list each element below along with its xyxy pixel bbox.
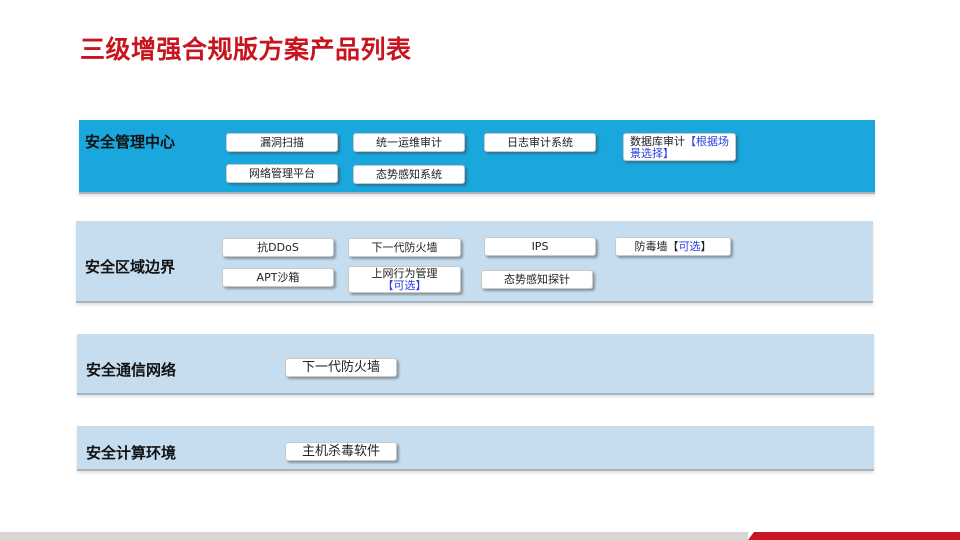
- section-label: 安全管理中心: [85, 133, 176, 151]
- product-situation-probe[interactable]: 态势感知探针: [481, 270, 593, 289]
- product-log-audit[interactable]: 日志审计系统: [484, 133, 596, 152]
- footer-bar-gray: [0, 532, 748, 540]
- product-label: 日志审计系统: [507, 135, 573, 149]
- footer-bar-red: [748, 532, 960, 540]
- section-area-boundary: [76, 221, 873, 303]
- section-label: 安全区域边界: [85, 258, 176, 276]
- product-internet-behavior-mgmt[interactable]: 上网行为管理 【可选】: [348, 266, 461, 293]
- product-label: 下一代防火墙: [301, 359, 380, 375]
- product-ngfw-comm[interactable]: 下一代防火墙: [285, 358, 397, 377]
- section-computing-environment: [77, 426, 874, 471]
- product-apt-sandbox[interactable]: APT沙箱: [222, 268, 334, 287]
- product-database-audit[interactable]: 数据库审计【根据场景选择】: [623, 133, 736, 161]
- product-host-antivirus[interactable]: 主机杀毒软件: [285, 442, 397, 461]
- product-label: 漏洞扫描: [260, 135, 304, 149]
- product-label: 态势感知探针: [504, 272, 570, 286]
- product-label: 网络管理平台: [249, 166, 315, 180]
- product-anti-virus-wall[interactable]: 防毒墙【可选】: [615, 237, 731, 256]
- product-label: APT沙箱: [256, 270, 300, 284]
- product-label: 统一运维审计: [376, 135, 442, 149]
- product-label: 上网行为管理: [371, 266, 438, 280]
- product-label: 态势感知系统: [376, 167, 442, 181]
- product-ngfw[interactable]: 下一代防火墙: [348, 238, 461, 257]
- section-label: 安全计算环境: [86, 444, 177, 462]
- product-label: 下一代防火墙: [371, 240, 438, 254]
- optional-note: 【可选】: [382, 278, 427, 292]
- product-network-management[interactable]: 网络管理平台: [226, 164, 338, 183]
- section-communication-network: [77, 334, 874, 395]
- optional-bracket-close: 】: [700, 239, 712, 253]
- section-label: 安全通信网络: [86, 361, 177, 379]
- product-vulnerability-scan[interactable]: 漏洞扫描: [226, 133, 338, 152]
- product-label: 抗DDoS: [257, 240, 299, 254]
- section-management-center: [79, 120, 875, 194]
- page-title: 三级增强合规版方案产品列表: [80, 35, 412, 64]
- optional-note: 可选: [678, 239, 701, 253]
- product-label: 防毒墙: [634, 239, 668, 253]
- product-situation-awareness[interactable]: 态势感知系统: [353, 165, 465, 184]
- product-unified-ops-audit[interactable]: 统一运维审计: [353, 133, 465, 152]
- product-ips[interactable]: IPS: [484, 237, 596, 256]
- product-anti-ddos[interactable]: 抗DDoS: [222, 238, 334, 257]
- product-label: 主机杀毒软件: [301, 443, 380, 459]
- product-label: IPS: [531, 239, 549, 253]
- optional-bracket-open: 【: [667, 239, 679, 253]
